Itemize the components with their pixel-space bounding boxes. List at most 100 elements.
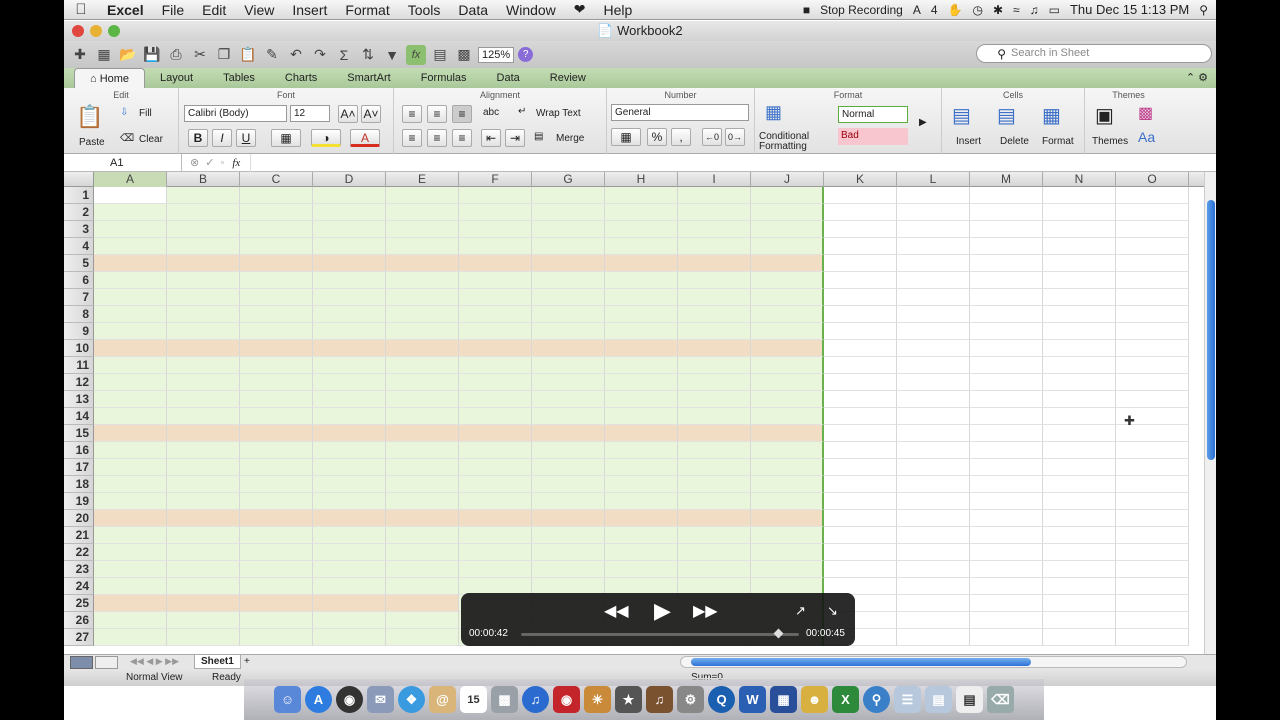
- merge-button[interactable]: Merge: [556, 133, 584, 144]
- cell-i1[interactable]: [678, 187, 751, 204]
- horizontal-scrollbar[interactable]: [680, 656, 1187, 668]
- name-box[interactable]: A1: [64, 153, 182, 172]
- cell-i9[interactable]: [678, 323, 751, 340]
- garageband-icon[interactable]: ♫: [646, 686, 673, 713]
- cell-o5[interactable]: [1116, 255, 1189, 272]
- cell-d23[interactable]: [313, 561, 386, 578]
- cell-g12[interactable]: [532, 374, 605, 391]
- cell-k16[interactable]: [824, 442, 897, 459]
- cell-l8[interactable]: [897, 306, 970, 323]
- cell-o4[interactable]: [1116, 238, 1189, 255]
- cell-h12[interactable]: [605, 374, 678, 391]
- cell-l25[interactable]: [897, 595, 970, 612]
- cell-j6[interactable]: [751, 272, 824, 289]
- cell-j8[interactable]: [751, 306, 824, 323]
- calendar-icon[interactable]: 15: [460, 686, 487, 713]
- cell-i8[interactable]: [678, 306, 751, 323]
- cell-j13[interactable]: [751, 391, 824, 408]
- cell-b24[interactable]: [167, 578, 240, 595]
- cell-m17[interactable]: [970, 459, 1043, 476]
- tab-data[interactable]: Data: [482, 68, 535, 88]
- cell-b20[interactable]: [167, 510, 240, 527]
- wrap-text-button[interactable]: Wrap Text: [536, 108, 581, 119]
- cell-o17[interactable]: [1116, 459, 1189, 476]
- cell-b19[interactable]: [167, 493, 240, 510]
- formatting-label[interactable]: Formatting: [759, 141, 807, 152]
- cell-k1[interactable]: [824, 187, 897, 204]
- cell-l7[interactable]: [897, 289, 970, 306]
- orientation-button[interactable]: abc: [483, 107, 499, 118]
- cell-o12[interactable]: [1116, 374, 1189, 391]
- cell-e7[interactable]: [386, 289, 459, 306]
- align-right-icon[interactable]: ≡: [452, 129, 472, 147]
- preview-icon[interactable]: ▩: [491, 686, 518, 713]
- merge-icon[interactable]: ▤: [534, 131, 543, 142]
- cell-n6[interactable]: [1043, 272, 1116, 289]
- theme-fonts-button[interactable]: Aa: [1138, 129, 1155, 145]
- tab-formulas[interactable]: Formulas: [406, 68, 482, 88]
- cell-b13[interactable]: [167, 391, 240, 408]
- column-header-l[interactable]: L: [897, 172, 970, 187]
- cell-j17[interactable]: [751, 459, 824, 476]
- cell-m3[interactable]: [970, 221, 1043, 238]
- cell-l22[interactable]: [897, 544, 970, 561]
- cell-o18[interactable]: [1116, 476, 1189, 493]
- align-bottom-icon[interactable]: ≡: [452, 105, 472, 123]
- horizontal-scroll-thumb[interactable]: [691, 658, 1031, 666]
- battery-icon[interactable]: ▭: [1049, 3, 1060, 17]
- imovie-icon[interactable]: ★: [615, 686, 642, 713]
- cell-a5[interactable]: [94, 255, 167, 272]
- cell-l11[interactable]: [897, 357, 970, 374]
- cell-d21[interactable]: [313, 527, 386, 544]
- filter-icon[interactable]: ▼: [382, 45, 402, 65]
- cell-h21[interactable]: [605, 527, 678, 544]
- cell-c7[interactable]: [240, 289, 313, 306]
- cell-b4[interactable]: [167, 238, 240, 255]
- row-header-13[interactable]: 13: [64, 391, 94, 408]
- cell-n1[interactable]: [1043, 187, 1116, 204]
- row-header-15[interactable]: 15: [64, 425, 94, 442]
- cell-g1[interactable]: [532, 187, 605, 204]
- cell-c11[interactable]: [240, 357, 313, 374]
- formula-input[interactable]: [250, 153, 1216, 172]
- delete-cells-icon[interactable]: ▤: [997, 103, 1016, 128]
- cell-a12[interactable]: [94, 374, 167, 391]
- cell-o9[interactable]: [1116, 323, 1189, 340]
- cell-a19[interactable]: [94, 493, 167, 510]
- cell-h13[interactable]: [605, 391, 678, 408]
- cell-k6[interactable]: [824, 272, 897, 289]
- cell-m13[interactable]: [970, 391, 1043, 408]
- menu-app[interactable]: Excel: [98, 2, 153, 18]
- cell-l2[interactable]: [897, 204, 970, 221]
- ribbon-collapse-icon[interactable]: ⌃ ⚙: [1186, 68, 1216, 88]
- cell-g16[interactable]: [532, 442, 605, 459]
- format-button[interactable]: Format: [1042, 136, 1074, 147]
- cell-a16[interactable]: [94, 442, 167, 459]
- cell-i4[interactable]: [678, 238, 751, 255]
- column-header-h[interactable]: H: [605, 172, 678, 187]
- cell-h15[interactable]: [605, 425, 678, 442]
- paste-button[interactable]: Paste: [79, 137, 105, 148]
- rewind-icon[interactable]: ◀◀: [604, 601, 629, 621]
- cell-g10[interactable]: [532, 340, 605, 357]
- cell-j9[interactable]: [751, 323, 824, 340]
- row-header-2[interactable]: 2: [64, 204, 94, 221]
- cell-f1[interactable]: [459, 187, 532, 204]
- cell-o16[interactable]: [1116, 442, 1189, 459]
- cell-i7[interactable]: [678, 289, 751, 306]
- cell-g6[interactable]: [532, 272, 605, 289]
- menu-file[interactable]: File: [153, 2, 194, 18]
- conditional-formatting-icon[interactable]: ▦: [765, 102, 782, 123]
- cell-l24[interactable]: [897, 578, 970, 595]
- cell-g4[interactable]: [532, 238, 605, 255]
- cell-n11[interactable]: [1043, 357, 1116, 374]
- cell-o7[interactable]: [1116, 289, 1189, 306]
- formula-builder-icon[interactable]: fx: [406, 44, 426, 65]
- row-header-6[interactable]: 6: [64, 272, 94, 289]
- cell-k10[interactable]: [824, 340, 897, 357]
- cell-m24[interactable]: [970, 578, 1043, 595]
- cell-c27[interactable]: [240, 629, 313, 646]
- column-header-d[interactable]: D: [313, 172, 386, 187]
- cell-d25[interactable]: [313, 595, 386, 612]
- cell-m18[interactable]: [970, 476, 1043, 493]
